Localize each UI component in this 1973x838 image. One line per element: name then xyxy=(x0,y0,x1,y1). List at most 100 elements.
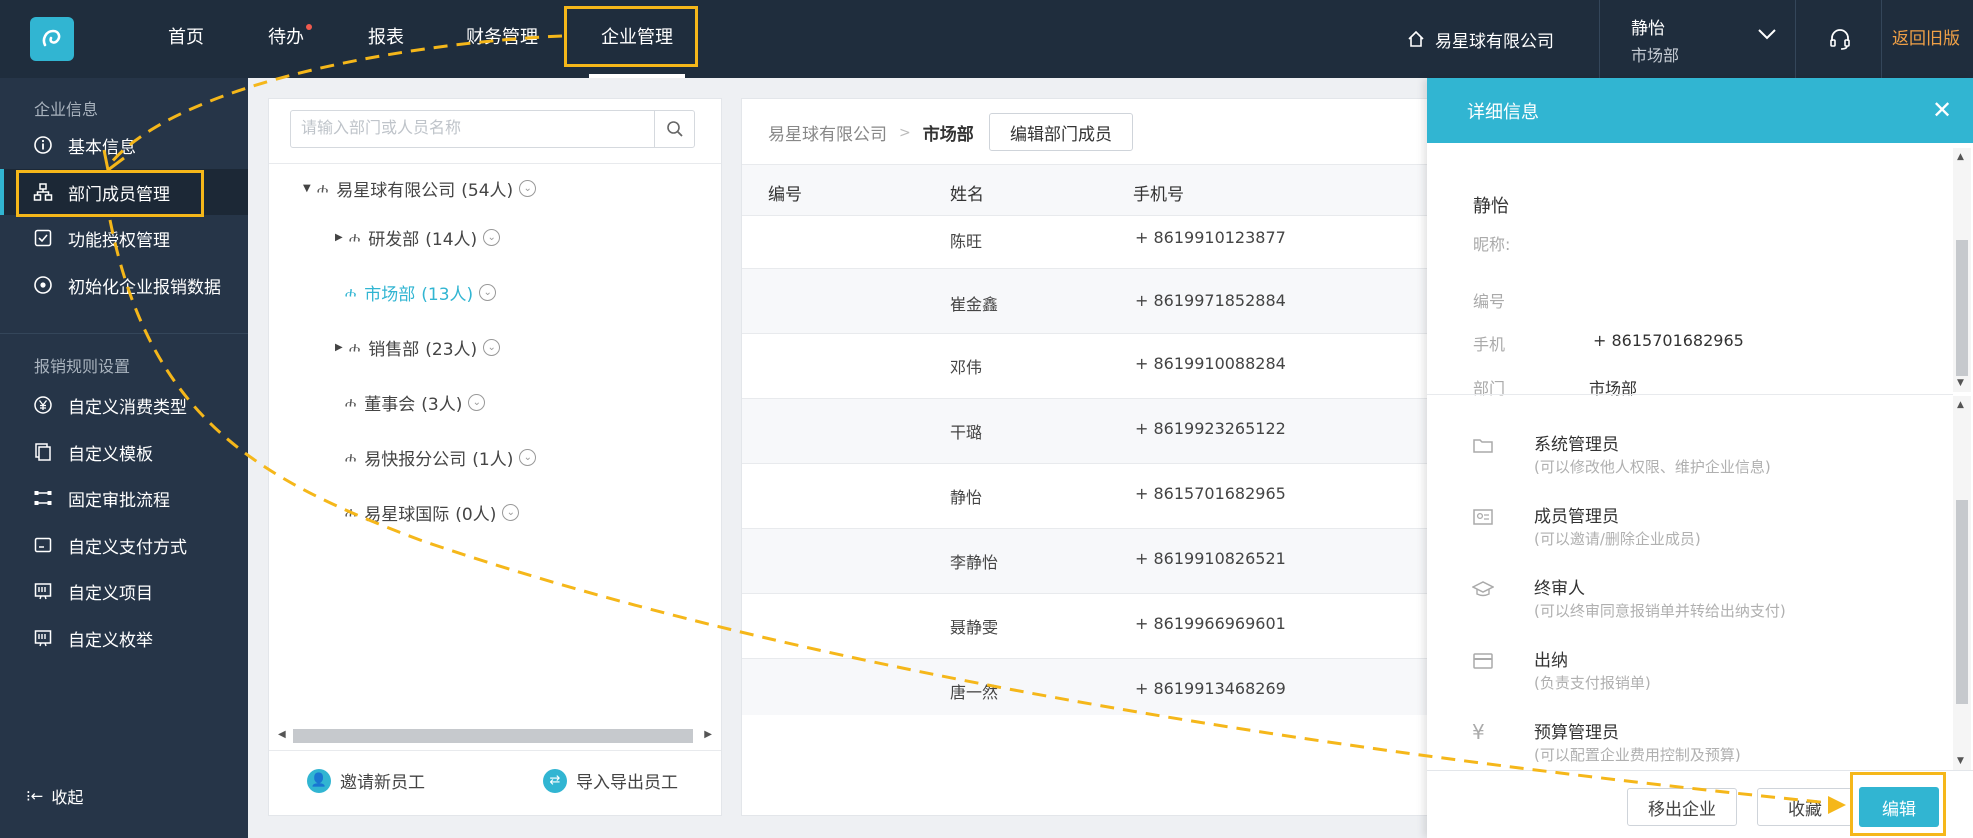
table-row[interactable]: 崔金鑫 + 8619971852884 xyxy=(742,268,1432,333)
table-row[interactable]: 邓伟 + 8619910088284 xyxy=(742,333,1432,398)
scrollbar-thumb[interactable] xyxy=(1956,500,1968,704)
invite-employee-button[interactable]: 👤 邀请新员工 xyxy=(307,768,425,793)
role-title: 出纳 xyxy=(1534,651,1568,671)
sidebar-item-fixed-approval-flow[interactable]: 固定审批流程 xyxy=(0,475,248,521)
tree-node-count: (54人) xyxy=(461,181,514,201)
chevron-down-circle-icon[interactable]: ⌄ xyxy=(468,394,486,411)
breadcrumb-current: 市场部 xyxy=(922,125,974,145)
org-icon: ሐ xyxy=(349,229,361,246)
scroll-down-arrow-icon[interactable]: ▼ xyxy=(1957,378,1964,388)
tree-node-name: 董事会 xyxy=(364,395,416,415)
chevron-down-circle-icon[interactable]: ⌄ xyxy=(519,180,537,197)
sidebar-item-label: 功能授权管理 xyxy=(68,230,170,251)
tree-node-branch[interactable]: ሐ 易快报分公司 (1人) ⌄ xyxy=(345,445,537,470)
collapse-icon: ⁝← xyxy=(26,787,44,805)
nav-todo[interactable]: 待办 xyxy=(268,0,312,78)
tree-node-count: (0人) xyxy=(455,505,497,525)
scrollbar-thumb[interactable] xyxy=(293,729,693,743)
nav-home[interactable]: 首页 xyxy=(168,0,204,78)
horizontal-scrollbar[interactable]: ◀ ▶ xyxy=(276,727,714,745)
user-name[interactable]: 静怡 xyxy=(1631,14,1665,39)
sidebar-item-custom-enums[interactable]: 自定义枚举 xyxy=(0,615,248,661)
info-scrollbar[interactable]: ▲ ▼ xyxy=(1953,148,1971,392)
nav-reports[interactable]: 报表 xyxy=(368,0,404,78)
chevron-down-circle-icon[interactable]: ⌄ xyxy=(519,449,537,466)
scrollbar-thumb[interactable] xyxy=(1956,240,1968,376)
close-icon[interactable]: ✕ xyxy=(1932,96,1952,124)
collect-button[interactable]: 收藏 xyxy=(1757,788,1853,826)
tree-node-international[interactable]: ሐ 易星球国际 (0人) ⌄ xyxy=(345,500,520,525)
role-description: (负责支付报销单) xyxy=(1534,674,1651,692)
scroll-up-arrow-icon[interactable]: ▲ xyxy=(1957,400,1964,410)
column-header-phone: 手机号 xyxy=(1133,185,1184,205)
highlight-box-enterprise-nav xyxy=(564,6,698,67)
company-switcher[interactable]: 易星球有限公司 xyxy=(1407,0,1554,78)
role-title: 预算管理员 xyxy=(1534,723,1619,743)
tree-node-count: (23人) xyxy=(425,340,478,360)
expand-triangle-icon[interactable]: ▶ xyxy=(335,232,345,243)
column-header-name: 姓名 xyxy=(950,185,984,205)
table-row[interactable]: 静怡 + 8615701682965 xyxy=(742,463,1432,528)
scroll-left-arrow-icon[interactable]: ◀ xyxy=(278,729,286,740)
chevron-down-icon[interactable] xyxy=(1757,28,1777,42)
org-icon: ሐ xyxy=(345,504,357,521)
expand-triangle-icon[interactable]: ▼ xyxy=(303,183,313,194)
wallet-icon xyxy=(32,534,54,556)
nav-finance[interactable]: 财务管理 xyxy=(466,0,538,78)
highlight-box-department-members xyxy=(16,170,204,217)
collapse-sidebar-button[interactable]: ⁝← 收起 xyxy=(26,784,83,808)
member-name: 干璐 xyxy=(950,423,983,442)
sidebar-item-custom-templates[interactable]: 自定义模板 xyxy=(0,429,248,475)
id-label: 编号 xyxy=(1473,292,1506,311)
member-phone: + 8619913468269 xyxy=(1135,679,1286,698)
member-phone: + 8619910123877 xyxy=(1135,228,1286,247)
scroll-up-arrow-icon[interactable]: ▲ xyxy=(1957,152,1964,162)
member-name: 唐一然 xyxy=(950,683,999,702)
sidebar-item-custom-projects[interactable]: 自定义项目 xyxy=(0,568,248,614)
app-logo[interactable] xyxy=(30,17,74,61)
divider xyxy=(1599,0,1600,78)
member-name: 崔金鑫 xyxy=(950,295,999,314)
user-icon: 👤 xyxy=(307,768,331,793)
highlight-box-edit-button xyxy=(1850,772,1946,836)
table-row[interactable]: 聂静雯 + 8619966969601 xyxy=(742,593,1432,658)
table-row[interactable]: 李静怡 + 8619910826521 xyxy=(742,528,1432,593)
tree-node-sales[interactable]: ▶ ሐ 销售部 (23人) ⌄ xyxy=(335,335,501,360)
import-export-button[interactable]: ⇄ 导入导出员工 xyxy=(543,768,678,793)
collapse-label: 收起 xyxy=(51,788,84,807)
sidebar-item-init-reimbursement-data[interactable]: 初始化企业报销数据 xyxy=(0,262,248,308)
tree-node-count: (3人) xyxy=(421,395,463,415)
back-to-old-version-link[interactable]: 返回旧版 xyxy=(1892,0,1960,78)
scroll-right-arrow-icon[interactable]: ▶ xyxy=(704,729,712,740)
chevron-down-circle-icon[interactable]: ⌄ xyxy=(479,284,497,301)
divider xyxy=(1881,0,1882,78)
table-row[interactable]: 唐一然 + 8619913468269 xyxy=(742,658,1432,715)
tree-node-rd[interactable]: ▶ ሐ 研发部 (14人) ⌄ xyxy=(335,225,501,250)
chevron-down-circle-icon[interactable]: ⌄ xyxy=(502,504,520,521)
tree-node-board[interactable]: ሐ 董事会 (3人) ⌄ xyxy=(345,390,486,415)
sidebar-item-custom-expense-types[interactable]: 自定义消费类型 xyxy=(0,382,248,428)
sidebar-item-basic-info[interactable]: 基本信息 xyxy=(0,122,248,168)
table-header xyxy=(742,165,1432,215)
remove-from-enterprise-button[interactable]: 移出企业 xyxy=(1627,788,1737,826)
sidebar-item-custom-payment-methods[interactable]: 自定义支付方式 xyxy=(0,522,248,568)
expand-triangle-icon[interactable]: ▶ xyxy=(335,342,345,353)
chevron-down-circle-icon[interactable]: ⌄ xyxy=(483,339,501,356)
tree-node-name: 易星球国际 xyxy=(364,505,450,525)
tree-node-root[interactable]: ▼ ሐ 易星球有限公司 (54人) ⌄ xyxy=(303,176,537,201)
logo-icon xyxy=(42,29,61,47)
headset-icon[interactable] xyxy=(1828,27,1852,51)
sidebar-item-function-authorization[interactable]: 功能授权管理 xyxy=(0,215,248,261)
department-search-input[interactable] xyxy=(291,111,653,147)
import-export-label: 导入导出员工 xyxy=(576,773,678,793)
edit-department-members-button[interactable]: 编辑部门成员 xyxy=(989,113,1133,151)
table-row[interactable]: 干璐 + 8619923265122 xyxy=(742,398,1432,463)
roles-scrollbar[interactable]: ▲ ▼ xyxy=(1953,396,1971,770)
graduation-cap-icon xyxy=(1472,581,1494,597)
breadcrumb-root[interactable]: 易星球有限公司 xyxy=(768,120,887,145)
chevron-down-circle-icon[interactable]: ⌄ xyxy=(483,229,501,246)
invite-employee-label: 邀请新员工 xyxy=(340,773,425,793)
search-button[interactable] xyxy=(654,111,694,147)
scroll-down-arrow-icon[interactable]: ▼ xyxy=(1957,756,1964,766)
tree-node-marketing[interactable]: ሐ 市场部 (13人) ⌄ xyxy=(345,280,497,305)
